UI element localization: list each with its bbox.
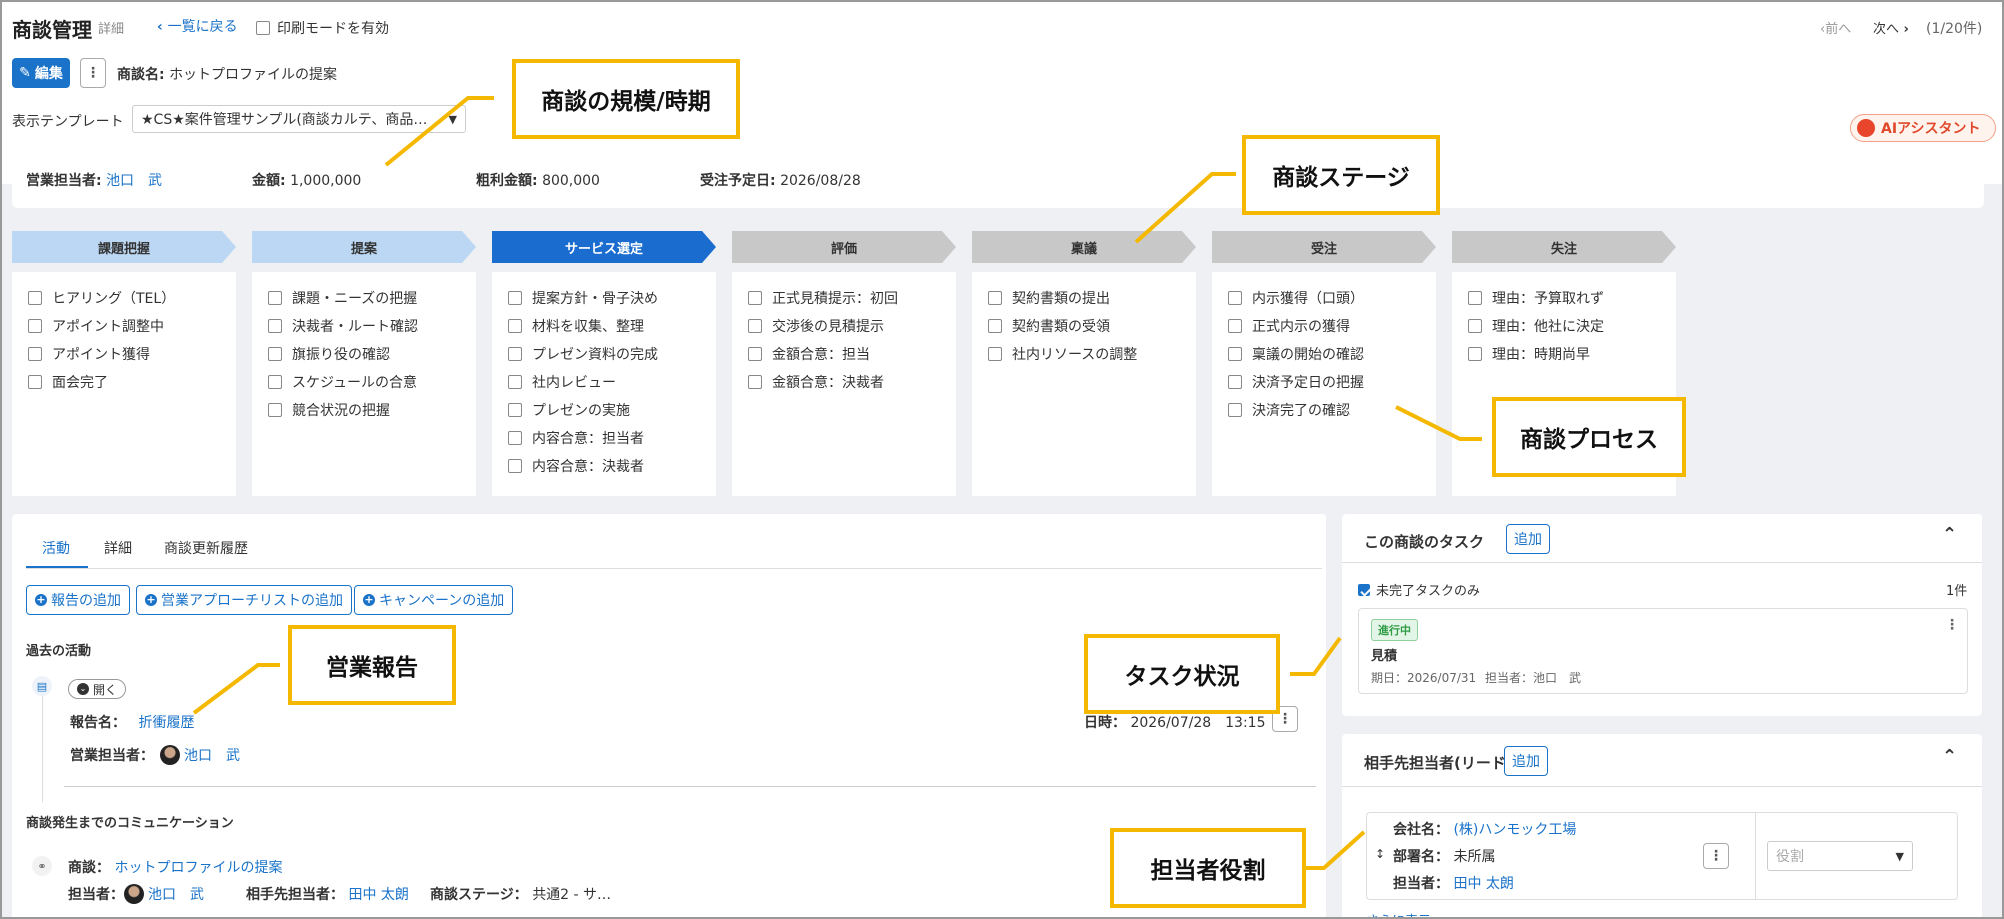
app-frame: 商談管理 詳細 ‹ 一覧に戻る 印刷モードを有効 ‹前へ 次へ › (1/20件… (0, 0, 2004, 919)
callout-stage: 商談ステージ (1242, 135, 1440, 215)
callout-report: 営業報告 (288, 625, 456, 705)
callout-process: 商談プロセス (1492, 397, 1686, 477)
connector-task (1290, 636, 1342, 676)
connector-report (192, 663, 280, 715)
connector-stage (1134, 172, 1236, 244)
connector-process (1395, 405, 1482, 441)
connector-role (1302, 830, 1366, 870)
callout-role: 担当者役割 (1110, 828, 1306, 908)
callout-connectors (192, 96, 1482, 870)
connector-scale (384, 96, 494, 167)
callout-scale: 商談の規模/時期 (512, 59, 740, 139)
callout-task: タスク状況 (1084, 634, 1280, 714)
